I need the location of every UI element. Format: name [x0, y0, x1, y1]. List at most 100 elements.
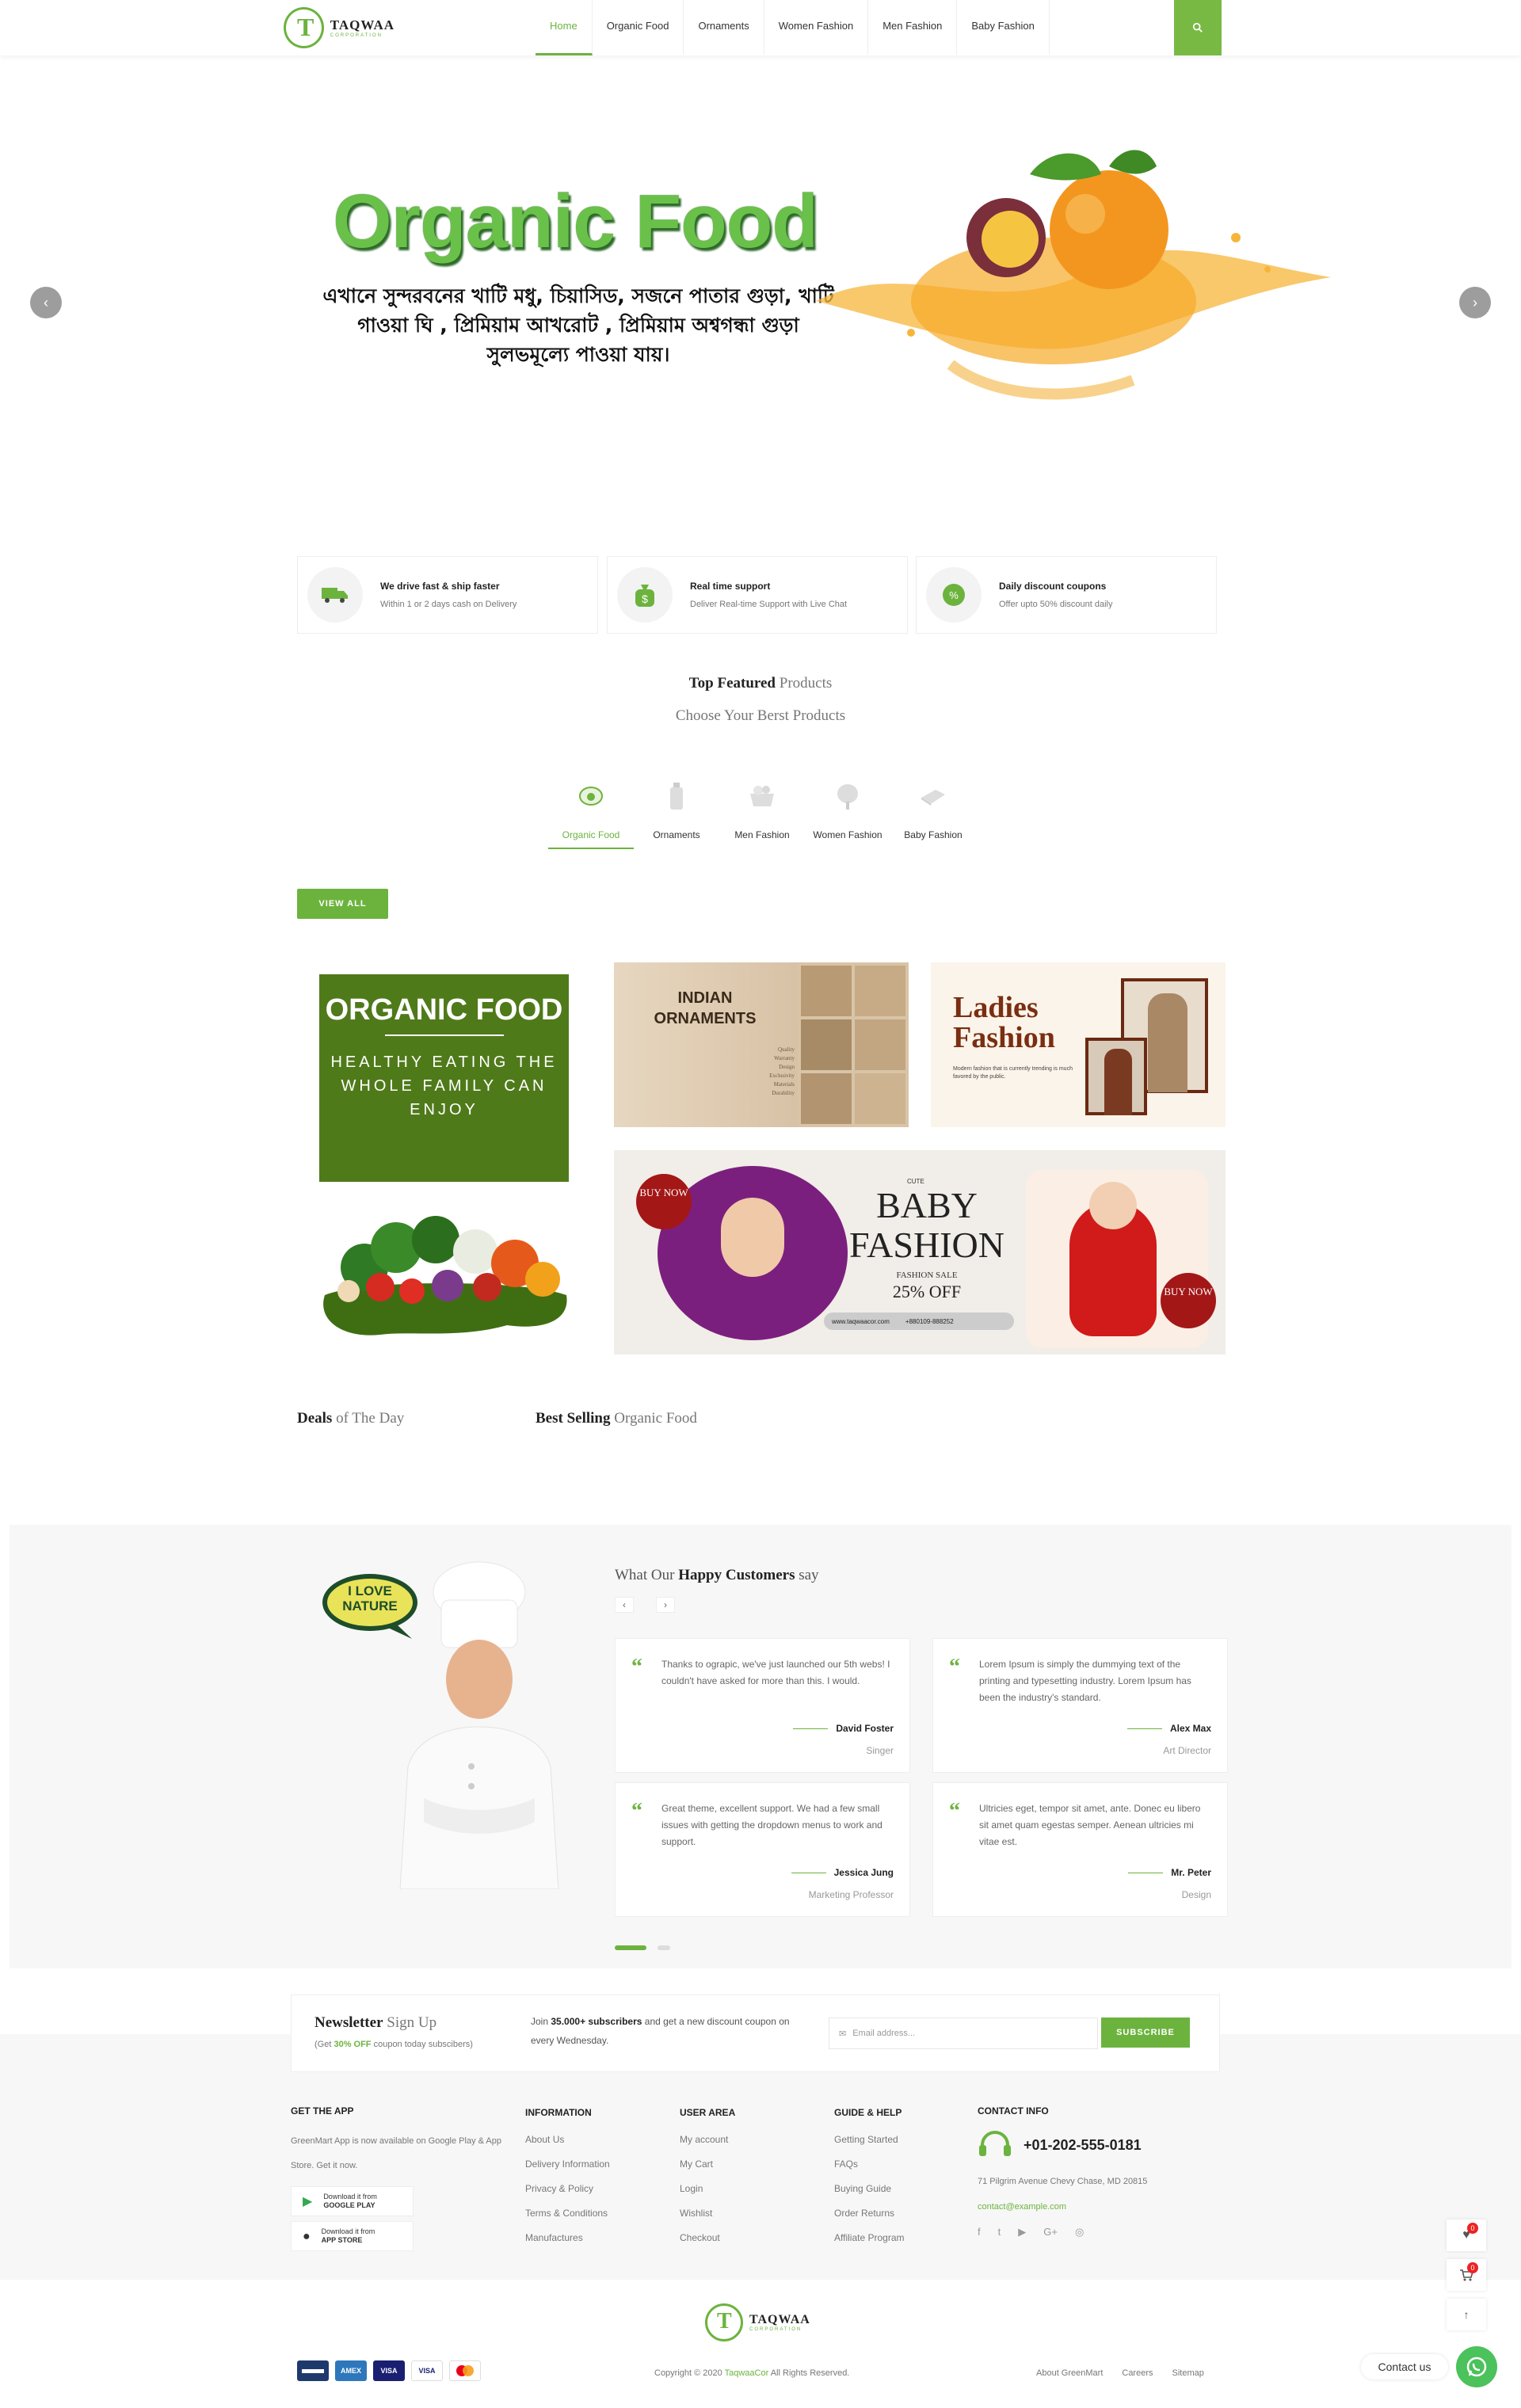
card-icon	[297, 2360, 329, 2381]
chevron-left-icon: ‹	[623, 1599, 626, 1610]
hero-prev-button[interactable]: ‹	[30, 287, 62, 318]
ladies-title: Ladies Fashion	[953, 991, 1055, 1054]
cart-button[interactable]: 0	[1447, 2259, 1486, 2291]
footer-link[interactable]: My account	[680, 2128, 728, 2152]
footer-link[interactable]: Delivery Information	[525, 2152, 610, 2177]
ladies-fashion-banner[interactable]: Ladies Fashion Modern fashion that is cu…	[931, 962, 1226, 1127]
newsletter-email-input[interactable]: ✉ Email address...	[829, 2017, 1098, 2049]
footer-email[interactable]: contact@example.com	[978, 2202, 1066, 2212]
footer-link[interactable]: Privacy & Policy	[525, 2177, 610, 2201]
testimonial-text: Thanks to ograpic, we've just launched o…	[661, 1659, 890, 1686]
deals-title-bold: Deals	[297, 1410, 333, 1427]
best-selling-title-bold: Best Selling	[536, 1410, 611, 1427]
footer-app-heading: GET THE APP	[291, 2105, 354, 2117]
footer-link[interactable]: Terms & Conditions	[525, 2201, 610, 2226]
tab-men-fashion[interactable]: Men Fashion	[719, 772, 805, 849]
site-logo[interactable]: TAQWAA CORPORATION	[284, 5, 395, 51]
subscribe-button[interactable]: SUBSCRIBE	[1101, 2017, 1190, 2048]
footer-link[interactable]: Affiliate Program	[834, 2226, 904, 2250]
wishlist-count: 0	[1467, 2223, 1478, 2234]
baby-fashion-banner[interactable]: BUY NOW CUTE BABY FASHION FASHION SALE 2…	[614, 1150, 1226, 1354]
bottom-link[interactable]: Careers	[1122, 2368, 1153, 2378]
footer-link[interactable]: Manufactures	[525, 2226, 610, 2250]
best-selling-title: Best Selling Organic Food	[536, 1410, 697, 1427]
footer-logo[interactable]: T TAQWAA CORPORATION	[705, 2303, 810, 2341]
amex-icon: AMEX	[335, 2360, 367, 2381]
ladies-text: Modern fashion that is currently trendin…	[953, 1066, 1073, 1080]
google-plus-icon[interactable]: G+	[1043, 2226, 1058, 2238]
facebook-icon[interactable]: f	[978, 2226, 981, 2238]
logo-mark-icon: T	[705, 2303, 743, 2341]
nav-home[interactable]: Home	[536, 0, 593, 55]
footer-link[interactable]: Login	[680, 2177, 728, 2201]
app-store-button[interactable]: ● Download it from APP STORE	[291, 2221, 414, 2251]
footer-socials: f t ▶ G+ ◎	[978, 2226, 1084, 2238]
footer-contact-heading: CONTACT INFO	[978, 2105, 1049, 2117]
tab-organic-food[interactable]: Organic Food	[548, 772, 634, 849]
organic-food-banner[interactable]: ORGANIC FOOD HEALTHY EATING THE WHOLE FA…	[319, 974, 569, 1182]
twitter-icon[interactable]: t	[998, 2226, 1001, 2238]
footer-link[interactable]: Order Returns	[834, 2201, 904, 2226]
nav-women-fashion[interactable]: Women Fashion	[764, 0, 869, 55]
footer-link[interactable]: Getting Started	[834, 2128, 904, 2152]
testimonials-prev-button[interactable]: ‹	[615, 1597, 634, 1613]
carousel-dot[interactable]	[658, 1945, 670, 1950]
featured-title-bold: Top Featured	[688, 675, 776, 692]
footer-link[interactable]: FAQs	[834, 2152, 904, 2177]
testimonial-name: Jessica Jung	[631, 1867, 894, 1878]
footer-link[interactable]: Buying Guide	[834, 2177, 904, 2201]
footer-guide-list: Getting Started FAQs Buying Guide Order Ret…	[834, 2128, 904, 2250]
copyright-brand[interactable]: TaqwaaCor	[725, 2368, 769, 2378]
footer-phone-number: +01-202-555-0181	[1024, 2136, 1142, 2153]
footer-link[interactable]: About Us	[525, 2128, 610, 2152]
nav-baby-fashion[interactable]: Baby Fashion	[957, 0, 1050, 55]
carousel-dot-active[interactable]	[615, 1945, 646, 1950]
view-all-button[interactable]: VIEW ALL	[297, 889, 388, 919]
newsletter-sub-pre: (Get	[314, 2040, 334, 2049]
organic-banner-divider	[384, 1034, 504, 1036]
nav-organic-food[interactable]: Organic Food	[593, 0, 684, 55]
testimonial-text: Ultricies eget, tempor sit amet, ante. D…	[979, 1803, 1201, 1847]
email-placeholder: Email address...	[852, 2029, 916, 2038]
nav-ornaments[interactable]: Ornaments	[684, 0, 764, 55]
headset-icon	[979, 2131, 1011, 2156]
contact-us-label[interactable]: Contact us	[1361, 2354, 1448, 2379]
whatsapp-button[interactable]	[1456, 2346, 1497, 2387]
footer-link[interactable]: Checkout	[680, 2226, 728, 2250]
instagram-icon[interactable]: ◎	[1075, 2226, 1084, 2238]
chevron-left-icon: ‹	[44, 294, 48, 311]
quote-icon: “	[631, 1655, 642, 1679]
footer-user-list: My account My Cart Login Wishlist Checkout	[680, 2128, 728, 2250]
feature-desc: Within 1 or 2 days cash on Delivery	[380, 600, 517, 609]
featured-title-light: Products	[776, 675, 833, 692]
footer-phone[interactable]: +01-202-555-0181	[978, 2131, 1142, 2159]
tab-baby-fashion[interactable]: Baby Fashion	[890, 772, 976, 849]
youtube-icon[interactable]: ▶	[1018, 2226, 1026, 2238]
wishlist-button[interactable]: ♥ 0	[1447, 2219, 1486, 2251]
quote-icon: “	[949, 1799, 960, 1823]
search-button[interactable]	[1174, 0, 1222, 55]
footer-link[interactable]: My Cart	[680, 2152, 728, 2177]
google-play-button[interactable]: ▶ Download it from GOOGLE PLAY	[291, 2186, 414, 2216]
basket-icon	[719, 780, 805, 812]
featured-title: Top Featured Products	[0, 675, 1521, 692]
back-to-top-button[interactable]: ↑	[1447, 2299, 1486, 2330]
indian-ornaments-banner[interactable]: INDIAN ORNAMENTS Quality Warranty Design Ex…	[614, 962, 909, 1127]
svg-text:%: %	[949, 589, 959, 601]
tab-ornaments[interactable]: Ornaments	[634, 772, 719, 849]
testimonials-next-button[interactable]: ›	[656, 1597, 675, 1613]
ornaments-list-item: Materials	[773, 1081, 795, 1088]
avocado-icon	[548, 780, 634, 812]
tab-label: Baby Fashion	[904, 829, 963, 840]
bottom-link[interactable]: About GreenMart	[1036, 2368, 1103, 2378]
ladies-photo-frame-small	[1085, 1038, 1147, 1115]
nav-men-fashion[interactable]: Men Fashion	[868, 0, 958, 55]
hero-next-button[interactable]: ›	[1459, 287, 1491, 318]
tab-women-fashion[interactable]: Women Fashion	[805, 772, 890, 849]
feature-shipping: We drive fast & ship faster Within 1 or 2…	[297, 556, 598, 634]
bottom-link[interactable]: Sitemap	[1172, 2368, 1204, 2378]
testimonial-text: Great theme, excellent support. We had a…	[661, 1803, 882, 1847]
best-selling-title-light: Organic Food	[610, 1410, 697, 1427]
footer-link[interactable]: Wishlist	[680, 2201, 728, 2226]
testimonial-card: “ Thanks to ograpic, we've just launched…	[615, 1638, 910, 1773]
